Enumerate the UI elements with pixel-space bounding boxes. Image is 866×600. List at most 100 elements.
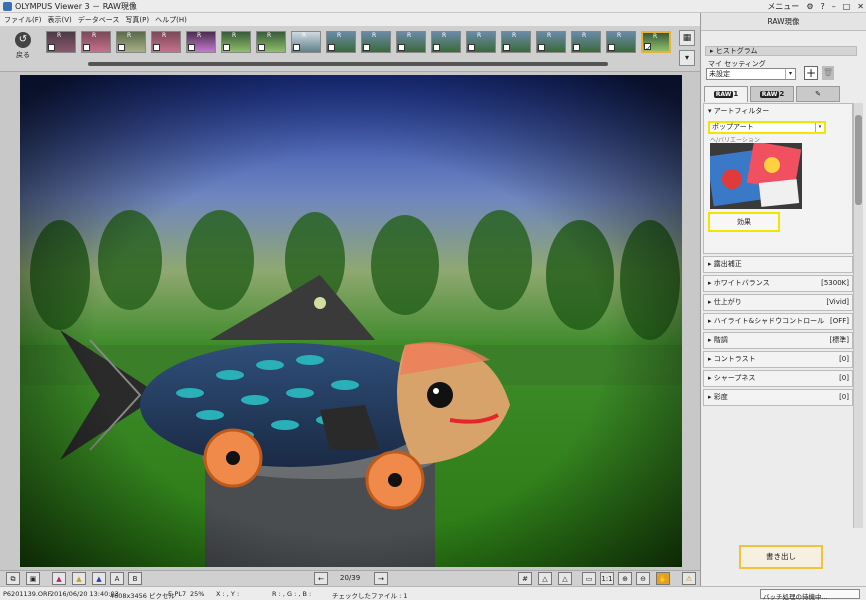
thumbnail[interactable]: R <box>81 31 111 53</box>
thumbnail-checkbox[interactable] <box>608 44 615 51</box>
thumbnail-checkbox[interactable] <box>538 44 545 51</box>
back-button[interactable]: ↺ 戻る <box>10 32 36 66</box>
contrast-section[interactable]: ▸ コントラスト [0] <box>703 351 853 368</box>
thumbnail[interactable]: R <box>466 31 496 53</box>
layout-icon[interactable]: ⧉ <box>6 572 20 585</box>
finish-section[interactable]: ▸ 仕上がり [Vivid] <box>703 294 853 311</box>
filmstrip-scrollbar[interactable] <box>88 62 608 66</box>
thumbnail[interactable]: R <box>501 31 531 53</box>
thumbnail[interactable]: R <box>571 31 601 53</box>
thumbnail-selected[interactable]: R ✓ <box>641 31 671 53</box>
help-icon[interactable]: ? <box>820 2 824 11</box>
thumbnail[interactable]: R <box>221 31 251 53</box>
thumbnail[interactable]: R <box>431 31 461 53</box>
art-filter-preview-image <box>710 143 802 207</box>
thumbnail-checkbox[interactable] <box>293 44 300 51</box>
fit-icon[interactable]: ▭ <box>582 572 596 585</box>
my-setting-select[interactable]: 未設定 ▾ <box>706 68 796 80</box>
white-balance-section[interactable]: ▸ ホワイトバランス [5300K] <box>703 275 853 292</box>
thumbnail-checkbox[interactable] <box>223 44 230 51</box>
menu-database[interactable]: データベース <box>78 15 120 25</box>
highlight-warning-icon[interactable]: △ <box>538 572 552 585</box>
thumbnail-checkbox[interactable] <box>83 44 90 51</box>
add-setting-button[interactable]: + <box>804 66 818 80</box>
b-button[interactable]: B <box>128 572 142 585</box>
warning-icon[interactable]: ⚠ <box>682 572 696 585</box>
expand-down-icon[interactable]: ▾ <box>679 50 695 66</box>
thumbnail-checkbox[interactable] <box>363 44 370 51</box>
filter-icon[interactable]: ▣ <box>26 572 40 585</box>
thumbnail-checkbox[interactable] <box>118 44 125 51</box>
thumbnail-checkbox[interactable] <box>48 44 55 51</box>
close-button[interactable]: ✕ <box>857 2 864 11</box>
minimize-button[interactable]: – <box>832 2 836 11</box>
thumbnail[interactable]: R <box>46 31 76 53</box>
hand-tool-icon[interactable]: ✋ <box>656 572 670 585</box>
thumbnail-checkbox[interactable] <box>188 44 195 51</box>
next-image-button[interactable]: → <box>374 572 388 585</box>
thumbnail[interactable]: R <box>291 31 321 53</box>
tab-raw1[interactable]: RAW 1 <box>704 86 748 102</box>
zoom-in-icon[interactable]: ⊕ <box>618 572 632 585</box>
thumbnail-checkbox[interactable] <box>573 44 580 51</box>
compare-icon[interactable]: ▦ <box>679 30 695 46</box>
thumbnail-checkbox[interactable] <box>468 44 475 51</box>
tab-raw2[interactable]: RAW 2 <box>750 86 794 102</box>
thumbnail-checkbox[interactable]: ✓ <box>644 43 652 53</box>
menu-view[interactable]: 表示(V) <box>48 15 72 25</box>
gradation-section[interactable]: ▸ 階調 [標準] <box>703 332 853 349</box>
thumbnail[interactable]: R <box>326 31 356 53</box>
zoom-out-icon[interactable]: ⊖ <box>636 572 650 585</box>
thumbnail[interactable]: R <box>536 31 566 53</box>
prev-image-button[interactable]: ← <box>314 572 328 585</box>
art-filter-header[interactable]: ▾ アートフィルター <box>704 104 852 119</box>
sharpness-section[interactable]: ▸ シャープネス [0] <box>703 370 853 387</box>
thumbnail-checkbox[interactable] <box>398 44 405 51</box>
thumbnail-checkbox[interactable] <box>328 44 335 51</box>
thumbnail-checkbox[interactable] <box>503 44 510 51</box>
effect-button[interactable]: 効果 <box>708 212 780 232</box>
menu-button[interactable]: メニュー <box>767 1 799 12</box>
panel-scrollbar[interactable] <box>853 103 863 528</box>
thumbnail[interactable]: R <box>256 31 286 53</box>
back-label: 戻る <box>16 51 30 59</box>
settings-icon[interactable]: ⚙ <box>806 2 813 11</box>
actual-size-button[interactable]: 1:1 <box>600 572 614 585</box>
menu-help[interactable]: ヘルプ(H) <box>155 15 187 25</box>
thumbnail-checkbox[interactable] <box>153 44 160 51</box>
thumbnail[interactable]: R <box>361 31 391 53</box>
filmstrip-toolbar: ↺ 戻る R R R R R R R R R R R R R R R R R R… <box>0 26 700 72</box>
histogram-toggle[interactable]: ▸ ヒストグラム <box>705 46 857 56</box>
shadow-warning-icon[interactable]: △ <box>558 572 572 585</box>
tab-raw1-label: 1 <box>733 90 739 98</box>
exposure-section[interactable]: ▸ 露出補正 <box>703 256 853 273</box>
thumbnail[interactable]: R <box>116 31 146 53</box>
art-filter-select[interactable]: ポップアート ▾ <box>708 121 826 134</box>
raw-badge: R <box>197 32 202 39</box>
thumbnail-checkbox[interactable] <box>258 44 265 51</box>
my-setting-value: 未設定 <box>709 70 730 78</box>
thumbnail[interactable]: R <box>186 31 216 53</box>
raw-badge: R <box>442 32 447 39</box>
export-button[interactable]: 書き出し <box>739 545 823 569</box>
thumbnail[interactable]: R <box>606 31 636 53</box>
thumbnail-checkbox[interactable] <box>433 44 440 51</box>
preview-image[interactable] <box>20 75 682 567</box>
raw-icon: RAW <box>759 91 780 98</box>
scrollbar-thumb[interactable] <box>855 115 862 205</box>
grid-icon[interactable]: # <box>518 572 532 585</box>
tab-edit[interactable]: ✎ <box>796 86 840 102</box>
tag-red-icon[interactable]: ▲ <box>52 572 66 585</box>
saturation-section[interactable]: ▸ 彩度 [0] <box>703 389 853 406</box>
menu-file[interactable]: ファイル(F) <box>4 15 42 25</box>
menu-photo[interactable]: 写真(P) <box>125 15 149 25</box>
highlight-shadow-section[interactable]: ▸ ハイライト&シャドウコントロール [OFF] <box>703 313 853 330</box>
maximize-button[interactable]: □ <box>843 2 851 11</box>
thumbnail[interactable]: R <box>151 31 181 53</box>
tag-yellow-icon[interactable]: ▲ <box>72 572 86 585</box>
thumbnail[interactable]: R <box>396 31 426 53</box>
a-button[interactable]: A <box>110 572 124 585</box>
delete-setting-icon[interactable]: 🗑 <box>822 66 834 80</box>
raw-icon: RAW <box>713 91 734 98</box>
tag-blue-icon[interactable]: ▲ <box>92 572 106 585</box>
